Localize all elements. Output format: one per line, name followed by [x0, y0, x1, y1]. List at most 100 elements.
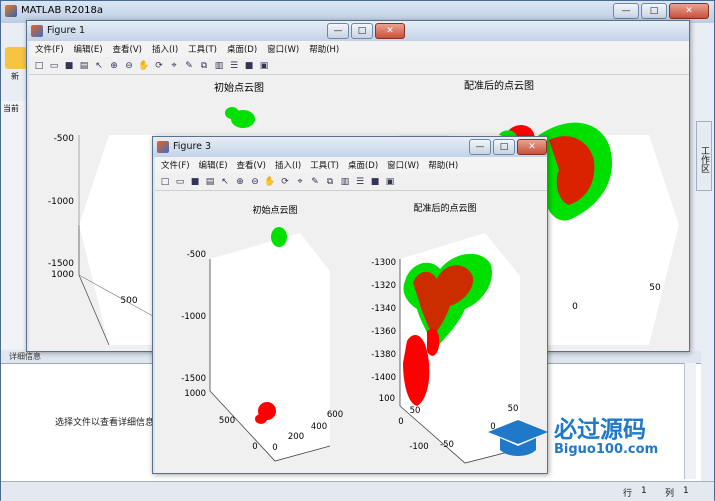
figure3-minimize-button[interactable]: — — [469, 139, 491, 155]
save-icon[interactable]: ■ — [63, 60, 75, 72]
fig3-right-z-tick: -1380 — [371, 350, 396, 360]
fig3-right-title: 配准后的点云图 — [413, 202, 476, 214]
figure3-close-button[interactable]: ✕ — [517, 139, 547, 155]
menu-item[interactable]: 窗口(W) — [387, 159, 419, 171]
fig3-right-y-tick: -100 — [409, 442, 428, 452]
save-icon[interactable]: ■ — [189, 176, 201, 188]
figure-icon — [157, 141, 169, 153]
pointer-icon[interactable]: ↖ — [93, 60, 105, 72]
col-label: 列 — [665, 489, 675, 499]
fig1-x-tick: 500 — [120, 296, 137, 306]
minimize-button[interactable]: — — [613, 3, 639, 19]
link-icon[interactable]: ⧉ — [198, 60, 210, 72]
matlab-logo-icon — [5, 5, 17, 17]
figure3-toolbar: □ ▭ ■ ▤ ↖ ⊕ ⊖ ✋ ⟳ ⌖ ✎ ⧉ ▥ ☰ ■ ▣ — [155, 173, 547, 191]
menu-item[interactable]: 查看(V) — [113, 43, 142, 55]
link-icon[interactable]: ⧉ — [324, 176, 336, 188]
menu-item[interactable]: 桌面(D) — [227, 43, 257, 55]
figure1-maximize-button[interactable]: □ — [351, 23, 373, 39]
current-folder-label: 当前 — [3, 104, 19, 113]
zoom-out-icon[interactable]: ⊖ — [123, 60, 135, 72]
print-icon[interactable]: ▤ — [204, 176, 216, 188]
open-file-icon[interactable]: ▭ — [174, 176, 186, 188]
new-file-icon[interactable]: □ — [33, 60, 45, 72]
data-cursor-icon[interactable]: ⌖ — [168, 60, 180, 72]
figure3-menu-bar: 文件(F) 编辑(E) 查看(V) 插入(I) 工具(T) 桌面(D) 窗口(W) 帮助(H) — [155, 157, 547, 173]
legend-icon[interactable]: ☰ — [354, 176, 366, 188]
pan-icon[interactable]: ✋ — [264, 176, 276, 188]
menu-item[interactable]: 帮助(H) — [428, 159, 458, 171]
fig1-y-tick: 0 — [572, 302, 578, 312]
colorbar-icon[interactable]: ▥ — [213, 60, 225, 72]
colorbar-icon[interactable]: ▥ — [339, 176, 351, 188]
fig1-left-title: 初始点云图 — [214, 81, 264, 94]
new-script-icon[interactable] — [5, 47, 27, 69]
zoom-in-icon[interactable]: ⊕ — [234, 176, 246, 188]
menu-item[interactable]: 帮助(H) — [309, 43, 339, 55]
rotate-icon[interactable]: ⟳ — [153, 60, 165, 72]
dock-icon[interactable]: ▣ — [258, 60, 270, 72]
figure1-menu-bar: 文件(F) 编辑(E) 查看(V) 插入(I) 工具(T) 桌面(D) 窗口(W) 帮助(H) — [29, 41, 689, 57]
menu-item[interactable]: 查看(V) — [237, 159, 266, 171]
fig3-left-y-tick: 400 — [311, 422, 327, 432]
pointer-icon[interactable]: ↖ — [219, 176, 231, 188]
print-icon[interactable]: ▤ — [78, 60, 90, 72]
watermark-text: 必过源码 — [554, 417, 646, 443]
fig3-right-z-tick: -1360 — [371, 327, 396, 337]
figure-icon — [31, 25, 43, 37]
menu-item[interactable]: 工具(T) — [310, 159, 339, 171]
open-file-icon[interactable]: ▭ — [48, 60, 60, 72]
fig3-left-y-tick: 200 — [288, 432, 304, 442]
menu-item[interactable]: 编辑(E) — [199, 159, 228, 171]
menu-item[interactable]: 文件(F) — [35, 43, 64, 55]
brush-icon[interactable]: ✎ — [183, 60, 195, 72]
rotate-icon[interactable]: ⟳ — [279, 176, 291, 188]
fig3-right-y-tick: -50 — [440, 440, 454, 450]
figure3-maximize-button[interactable]: □ — [493, 139, 515, 155]
menu-item[interactable]: 文件(F) — [161, 159, 190, 171]
watermark: 必过源码 Biguo100.com — [484, 408, 684, 464]
watermark-url: Biguo100.com — [554, 442, 659, 457]
fig1-z-tick: -1500 — [48, 259, 74, 269]
matlab-title: MATLAB R2018a — [21, 5, 104, 16]
dock-icon[interactable]: ▣ — [384, 176, 396, 188]
detail-scrollbar[interactable] — [684, 363, 696, 479]
fig3-right-x-tick: 100 — [379, 394, 395, 404]
new-label: 新 — [11, 72, 19, 81]
figure3-title: Figure 3 — [173, 141, 212, 152]
menu-item[interactable]: 桌面(D) — [348, 159, 378, 171]
figure1-close-button[interactable]: ✕ — [375, 23, 405, 39]
close-button[interactable]: ✕ — [669, 3, 709, 19]
figure1-toolbar: □ ▭ ■ ▤ ↖ ⊕ ⊖ ✋ ⟳ ⌖ ✎ ⧉ ▥ ☰ ■ ▣ — [29, 57, 689, 75]
hide-icon[interactable]: ■ — [369, 176, 381, 188]
zoom-in-icon[interactable]: ⊕ — [108, 60, 120, 72]
figure1-title: Figure 1 — [47, 25, 86, 36]
maximize-button[interactable]: □ — [641, 3, 667, 19]
hide-icon[interactable]: ■ — [243, 60, 255, 72]
pan-icon[interactable]: ✋ — [138, 60, 150, 72]
zoom-out-icon[interactable]: ⊖ — [249, 176, 261, 188]
fig3-left-x-tick: 1000 — [184, 389, 206, 399]
fig3-left-z-tick: -1500 — [181, 374, 206, 384]
workspace-tab[interactable]: 工作区 — [696, 121, 712, 191]
fig1-z-tick: -1000 — [48, 197, 74, 207]
graduation-cap-icon — [488, 420, 548, 444]
legend-icon[interactable]: ☰ — [228, 60, 240, 72]
fig1-right-title: 配准后的点云图 — [464, 79, 534, 92]
menu-item[interactable]: 编辑(E) — [74, 43, 103, 55]
fig3-left-x-tick: 0 — [252, 442, 257, 452]
new-file-icon[interactable]: □ — [159, 176, 171, 188]
menu-item[interactable]: 插入(I) — [152, 43, 178, 55]
fig3-right-z-tick: -1400 — [371, 373, 396, 383]
figure1-minimize-button[interactable]: — — [327, 23, 349, 39]
menu-item[interactable]: 工具(T) — [188, 43, 217, 55]
figure3-title-bar: Figure 3 — □ ✕ — [153, 137, 547, 157]
fig1-y-tick: 50 — [649, 283, 661, 293]
menu-item[interactable]: 插入(I) — [275, 159, 301, 171]
fig3-left-x-tick: 500 — [219, 416, 235, 426]
fig1-x-tick: 1000 — [51, 270, 74, 280]
data-cursor-icon[interactable]: ⌖ — [294, 176, 306, 188]
figure1-title-bar: Figure 1 — □ ✕ — [27, 21, 689, 41]
brush-icon[interactable]: ✎ — [309, 176, 321, 188]
menu-item[interactable]: 窗口(W) — [267, 43, 299, 55]
